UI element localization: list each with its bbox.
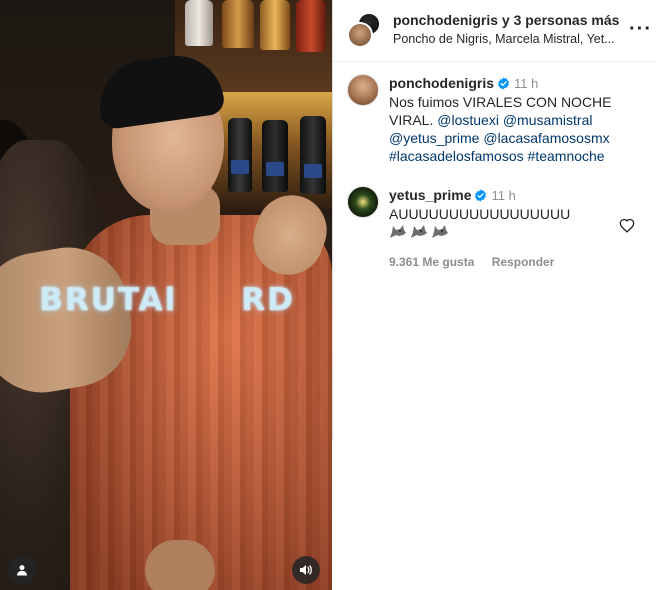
emoji-row bbox=[389, 224, 452, 240]
video-text-overlay: BRUTAl RD bbox=[39, 282, 295, 318]
wolf-emoji-icon bbox=[390, 225, 406, 238]
mention-link[interactable]: @lostuexi bbox=[437, 112, 499, 128]
comment-username-link[interactable]: yetus_prime bbox=[389, 187, 471, 203]
bottle bbox=[185, 0, 213, 46]
avatar[interactable] bbox=[347, 186, 379, 218]
more-icon: ··· bbox=[629, 18, 652, 40]
avatar bbox=[347, 22, 373, 48]
header-username-link[interactable]: ponchodenigris bbox=[393, 12, 498, 28]
mention-link[interactable]: @musamistral bbox=[503, 112, 593, 128]
mention-link[interactable]: @yetus_prime bbox=[389, 130, 479, 146]
collaborator-names[interactable]: Poncho de Nigris, Marcela Mistral, Yet..… bbox=[393, 32, 623, 46]
bottle bbox=[296, 0, 326, 52]
comment-text: AUUUUUUUUUUUUUUUUU bbox=[389, 206, 571, 222]
more-options-button[interactable]: ··· bbox=[629, 18, 652, 41]
bottle-label bbox=[266, 162, 284, 176]
bottle bbox=[262, 120, 288, 192]
verified-icon bbox=[475, 189, 487, 202]
heart-icon bbox=[619, 218, 635, 233]
bottle bbox=[222, 0, 254, 48]
collab-avatars[interactable] bbox=[347, 12, 383, 48]
sound-toggle-button[interactable] bbox=[292, 556, 320, 584]
like-comment-button[interactable] bbox=[619, 218, 635, 238]
collab-count-link[interactable]: y 3 personas más bbox=[502, 12, 620, 28]
bottle-label bbox=[304, 164, 322, 178]
post-details-panel: ponchodenigris y 3 personas más Poncho d… bbox=[333, 0, 656, 440]
hashtag-link[interactable]: #lacasadelosfamosos bbox=[389, 148, 524, 164]
sound-icon bbox=[300, 565, 312, 575]
avatar[interactable] bbox=[347, 74, 379, 106]
wolf-emoji-icon bbox=[432, 225, 448, 238]
post-media[interactable]: BRUTAl RD bbox=[0, 0, 332, 590]
comment-meta: 9.361 Me gusta Responder bbox=[389, 253, 639, 271]
mention-link[interactable]: @lacasafamososmx bbox=[483, 130, 609, 146]
header-usernames: ponchodenigris y 3 personas más bbox=[393, 12, 619, 28]
bottle bbox=[228, 118, 252, 192]
bottle bbox=[300, 116, 326, 194]
post-header: ponchodenigris y 3 personas más Poncho d… bbox=[333, 0, 656, 62]
bottle bbox=[260, 0, 290, 50]
comment-time: 11 h bbox=[491, 188, 516, 203]
comment-likes-link[interactable]: 9.361 Me gusta bbox=[389, 255, 474, 269]
verified-icon bbox=[498, 77, 509, 90]
bottle-label bbox=[231, 160, 249, 174]
reply-button[interactable]: Responder bbox=[492, 255, 555, 269]
bottom-hand bbox=[145, 540, 215, 590]
wolf-emoji-icon bbox=[411, 225, 427, 238]
caption-username-link[interactable]: ponchodenigris bbox=[389, 75, 494, 91]
person-tag-icon bbox=[17, 565, 27, 576]
hashtag-link[interactable]: #teamnoche bbox=[528, 148, 605, 164]
tagged-people-button[interactable] bbox=[8, 556, 36, 584]
caption-time: 11 h bbox=[514, 76, 539, 91]
